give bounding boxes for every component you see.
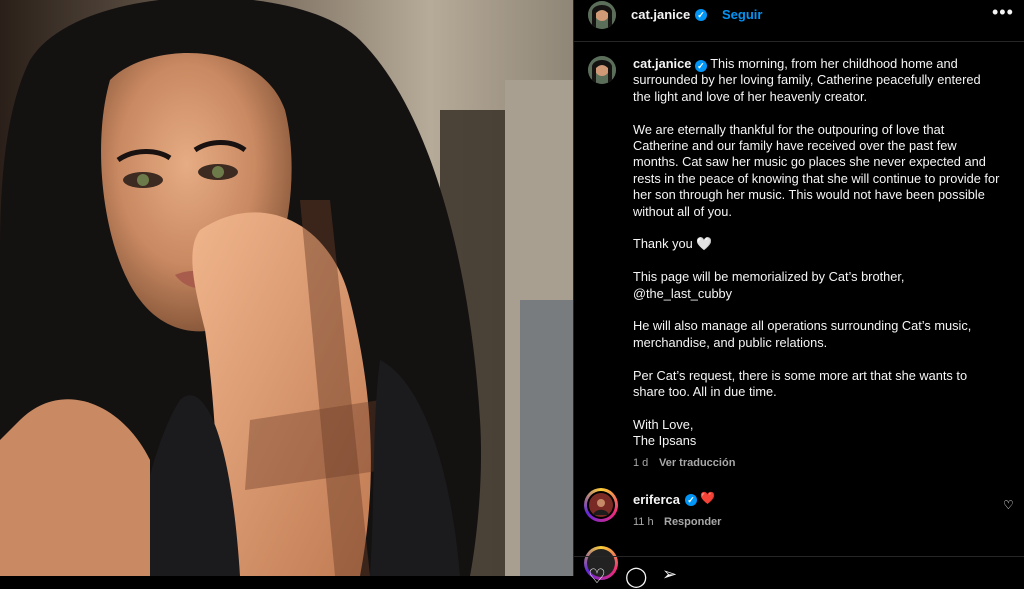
- actions-divider: [574, 556, 1024, 557]
- portrait-image: [0, 0, 573, 576]
- post-detail-panel: cat.janice ✓ Seguir ••• cat.janice ✓ Thi…: [573, 0, 1024, 588]
- header-username[interactable]: cat.janice: [631, 7, 690, 22]
- caption-paragraph: Thank you 🤍: [633, 236, 713, 252]
- comment-username[interactable]: eriferca: [633, 492, 680, 507]
- caption-avatar[interactable]: [588, 56, 616, 84]
- commenter-avatar-image: [589, 493, 613, 517]
- share-icon[interactable]: ➢: [662, 564, 677, 585]
- caption-paragraph: With Love, The Ipsans: [633, 416, 697, 449]
- author-avatar-image: [588, 1, 616, 29]
- caption-verified-badge-icon: ✓: [694, 60, 707, 72]
- comment-verified-badge-icon: ✓: [685, 494, 697, 506]
- caption-paragraph: cat.janice ✓ This morning, from her chil…: [633, 56, 1001, 105]
- more-options-icon[interactable]: •••: [992, 2, 1014, 23]
- caption-paragraph: We are eternally thankful for the outpou…: [633, 121, 1000, 219]
- author-avatar[interactable]: [588, 1, 616, 29]
- post-caption: cat.janice ✓ This morning, from her chil…: [633, 56, 1001, 466]
- caption-paragraph: He will also manage all operations surro…: [633, 318, 972, 350]
- reply-button[interactable]: Responder: [664, 516, 721, 528]
- caption-avatar-image: [588, 56, 616, 84]
- commenter-avatar-ring: [587, 491, 615, 519]
- comment-icon[interactable]: ◯: [625, 564, 647, 589]
- comment-text: ❤️: [700, 491, 715, 505]
- heart-icon[interactable]: ♡: [588, 564, 606, 589]
- caption-paragraph: This page will be memorialized by Cat’s …: [633, 269, 905, 301]
- comment-timestamp: 11 h: [633, 516, 654, 528]
- caption-username[interactable]: cat.janice: [633, 56, 691, 71]
- post-photo: [0, 0, 573, 576]
- commenter-avatar[interactable]: [584, 488, 618, 522]
- header-divider: [574, 41, 1024, 42]
- caption-timestamp: 1 d: [633, 457, 649, 469]
- caption-paragraph: Per Cat’s request, there is some more ar…: [633, 367, 968, 400]
- verified-badge-icon: ✓: [695, 9, 707, 21]
- see-translation-link[interactable]: Ver traducción: [659, 457, 735, 469]
- comment-like-heart-icon[interactable]: ♡: [1003, 498, 1014, 512]
- follow-button[interactable]: Seguir: [722, 7, 762, 22]
